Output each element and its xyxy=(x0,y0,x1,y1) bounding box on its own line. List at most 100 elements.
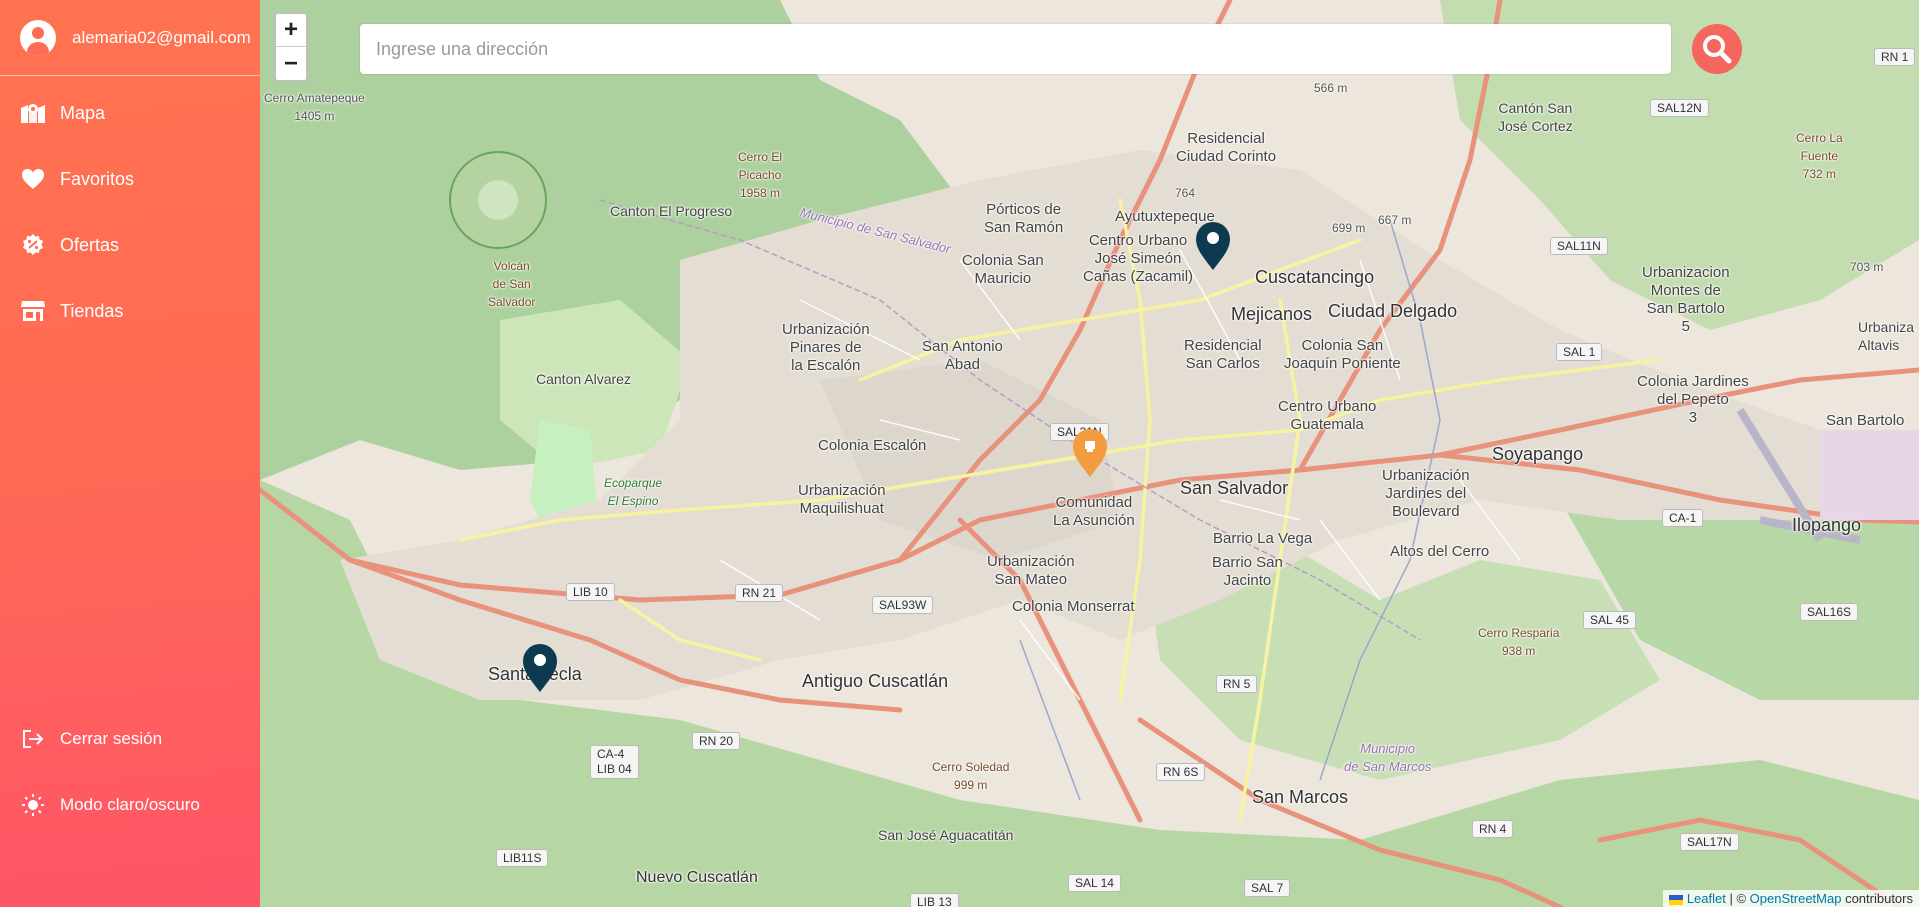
attribution-sep: | © xyxy=(1725,891,1750,906)
map-label: San Antonio Abad xyxy=(922,338,1003,373)
map-label: Cerro El Picacho 1958 m xyxy=(738,150,783,200)
leaflet-link[interactable]: Leaflet xyxy=(1687,891,1726,906)
map-label: Cuscatancingo xyxy=(1255,267,1375,287)
map-label: Volcán de San Salvador xyxy=(488,259,536,309)
map-label: San Salvador xyxy=(1180,478,1289,498)
road-shield: SAL 1 xyxy=(1556,343,1603,361)
map-label: Nuevo Cuscatlán xyxy=(636,869,758,886)
search-icon xyxy=(1703,35,1732,64)
map-label: Ilopango xyxy=(1792,515,1862,535)
map-label: Urbanización Maquilishuat xyxy=(798,482,886,517)
badge-percent-icon xyxy=(20,233,46,257)
nav-item-label: Favoritos xyxy=(60,168,135,189)
map-label: Urbanización Pinares de la Escalón xyxy=(782,321,870,374)
map-label: Residencial Ciudad Corinto xyxy=(1176,130,1277,165)
attribution-suffix: contributors xyxy=(1841,891,1913,906)
zoom-out-button[interactable]: − xyxy=(276,47,306,80)
map-label: Colonia San Mauricio xyxy=(962,252,1044,287)
logout-label: Cerrar sesión xyxy=(60,729,163,748)
search-button[interactable] xyxy=(1692,24,1742,74)
nav-item-favoritos[interactable]: Favoritos xyxy=(0,146,260,212)
sun-icon xyxy=(20,793,46,817)
map-label: 703 m xyxy=(1850,260,1884,274)
map-label: Barrio La Vega xyxy=(1213,530,1313,547)
map-label: Cerro Amatepeque 1405 m xyxy=(264,91,365,123)
map-label: Centro Urbano Guatemala xyxy=(1278,398,1377,433)
zoom-control: + − xyxy=(274,12,308,82)
map-label: San Marcos xyxy=(1252,787,1349,807)
road-shield: SAL12N xyxy=(1650,99,1709,117)
map-label: Urbaniza Altavis xyxy=(1858,319,1915,353)
osm-link[interactable]: OpenStreetMap xyxy=(1750,891,1842,906)
map-label: Colonia Jardines del Pepeto 3 xyxy=(1637,373,1749,426)
user-profile[interactable]: alemaria02@gmail.com xyxy=(0,0,260,76)
map-label: Colonia Escalón xyxy=(818,437,927,454)
map-label: Colonia San Joaquín Poniente xyxy=(1284,337,1401,372)
road-shield: CA-4 LIB 04 xyxy=(590,745,639,779)
store-marker[interactable] xyxy=(522,643,558,693)
road-shield: RN 4 xyxy=(1472,820,1514,838)
road-shield: LIB 13 xyxy=(910,893,959,907)
nav-item-ofertas[interactable]: Ofertas xyxy=(0,212,260,278)
road-shield: SAL 45 xyxy=(1583,611,1636,629)
zoom-in-button[interactable]: + xyxy=(276,14,306,47)
map-label: Urbanización Jardines del Boulevard xyxy=(1382,467,1470,520)
road-shield: SAL11N xyxy=(1550,237,1608,255)
map-label: Ciudad Delgado xyxy=(1328,301,1458,321)
map-attribution: Leaflet | © OpenStreetMap contributors xyxy=(1663,890,1919,907)
road-shield: LIB 10 xyxy=(566,583,615,601)
map-label: Municipio de San Marcos xyxy=(1344,741,1432,774)
theme-toggle-button[interactable]: Modo claro/oscuro xyxy=(0,772,260,838)
user-email: alemaria02@gmail.com xyxy=(72,27,251,47)
map-label: 667 m xyxy=(1378,213,1412,227)
map-label: Cerro La Fuente 732 m xyxy=(1796,131,1843,181)
road-shield: RN 1 xyxy=(1874,48,1916,66)
main-nav: Mapa Favoritos Ofertas Tiendas xyxy=(0,80,260,344)
map-label: 566 m xyxy=(1314,81,1348,95)
map-label: Urbanizacion Montes de San Bartolo 5 xyxy=(1642,264,1730,335)
sidebar: alemaria02@gmail.com Mapa Favoritos Ofer… xyxy=(0,0,260,907)
road-shield: CA-1 xyxy=(1662,509,1704,527)
map-label: Antiguo Cuscatlán xyxy=(802,671,949,691)
map-label: San Bartolo xyxy=(1826,412,1905,429)
logout-button[interactable]: Cerrar sesión xyxy=(0,706,260,772)
map-label: 764 xyxy=(1175,186,1196,200)
map-label: San José Aguacatitán xyxy=(878,827,1014,843)
road-shield: SAL17N xyxy=(1680,833,1739,851)
heart-icon xyxy=(20,167,46,191)
map-label: Mejicanos xyxy=(1231,304,1313,324)
map-label: Altos del Cerro xyxy=(1390,543,1490,560)
map-label: Canton Alvarez xyxy=(536,371,631,387)
map-label: Comunidad La Asunción xyxy=(1053,494,1135,529)
map-icon xyxy=(20,101,46,125)
road-shield: RN 21 xyxy=(735,584,784,602)
road-shield: SAL 7 xyxy=(1244,879,1291,897)
map-label: Cerro Soledad 999 m xyxy=(932,760,1010,792)
map-label: 699 m xyxy=(1332,221,1366,235)
offer-marker[interactable] xyxy=(1072,428,1108,478)
map-label: Residencial San Carlos xyxy=(1184,337,1262,372)
road-shield: LIB11S xyxy=(496,849,549,867)
nav-item-label: Mapa xyxy=(60,102,106,123)
road-shield: SAL16S xyxy=(1800,603,1859,621)
map-label: Barrio San Jacinto xyxy=(1212,554,1283,589)
ukraine-flag-icon xyxy=(1669,894,1684,905)
address-search-input[interactable] xyxy=(360,24,1671,74)
nav-item-mapa[interactable]: Mapa xyxy=(0,80,260,146)
road-shield: SAL 14 xyxy=(1068,874,1121,892)
store-marker[interactable] xyxy=(1195,221,1231,271)
nav-item-tiendas[interactable]: Tiendas xyxy=(0,278,260,344)
road-shield: SAL93W xyxy=(872,596,934,614)
map-label: Urbanización San Mateo xyxy=(987,553,1075,588)
map-view[interactable]: San Salvador Soyapango Ilopango Santa Te… xyxy=(260,0,1919,907)
map-label: Centro Urbano José Simeón Cañas (Zacamil… xyxy=(1083,232,1194,285)
nav-item-label: Tiendas xyxy=(60,300,124,321)
user-circle-icon xyxy=(20,19,56,56)
map-label: Cantón San José Cortez xyxy=(1498,100,1573,134)
map-label: Ecoparque El Espino xyxy=(604,476,663,508)
road-shield: RN 6S xyxy=(1156,763,1206,781)
map-label: Colonia Monserrat xyxy=(1012,598,1135,615)
map-label: Canton El Progreso xyxy=(610,203,733,219)
store-icon xyxy=(20,299,46,323)
road-shield: RN 5 xyxy=(1216,675,1258,693)
